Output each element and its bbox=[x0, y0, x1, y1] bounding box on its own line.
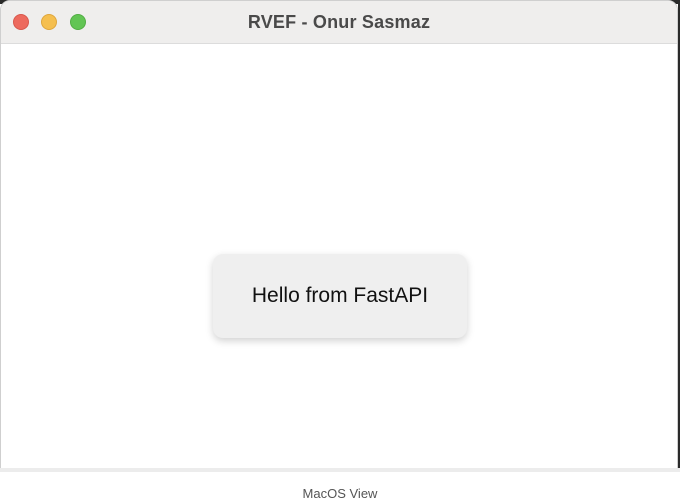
app-window: RVEF - Onur Sasmaz Hello from FastAPI bbox=[0, 0, 678, 470]
message-card: Hello from FastAPI bbox=[213, 254, 467, 338]
window-content: Hello from FastAPI bbox=[1, 44, 677, 469]
view-caption: MacOS View bbox=[302, 486, 378, 501]
message-text: Hello from FastAPI bbox=[251, 284, 429, 307]
window-title: RVEF - Onur Sasmaz bbox=[247, 12, 431, 32]
window-titlebar[interactable]: RVEF - Onur Sasmaz bbox=[1, 1, 677, 44]
caption-divider bbox=[0, 468, 680, 472]
screenshot-stage: RVEF - Onur Sasmaz Hello from FastAPI Ma… bbox=[0, 0, 680, 503]
